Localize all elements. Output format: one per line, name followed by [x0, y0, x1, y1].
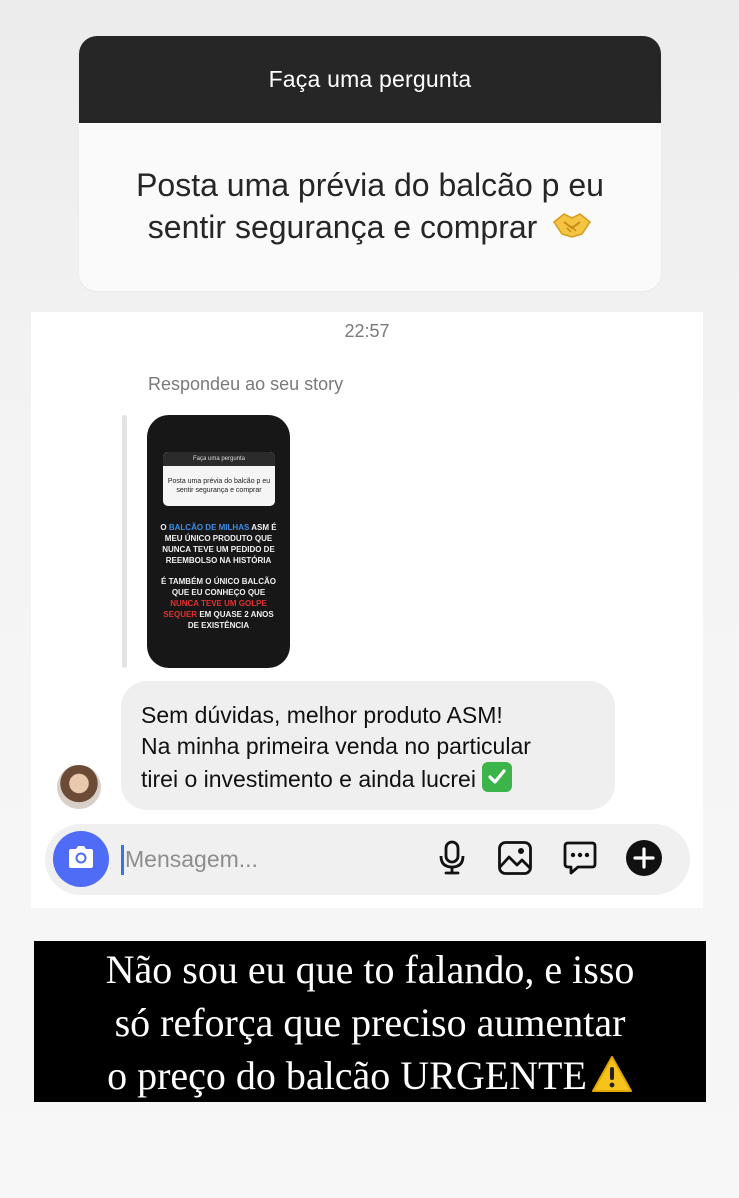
story-text-1-pre: O [160, 523, 169, 532]
gallery-button[interactable] [496, 840, 534, 881]
story-text-block-1: O BALCÃO DE MILHAS ASM É MEU ÚNICO PRODU… [157, 522, 280, 566]
gallery-icon [497, 840, 533, 881]
message-input[interactable] [125, 842, 425, 876]
caption-line-3: o preço do balcão URGENTE [107, 1053, 587, 1098]
question-text: Posta uma prévia do balcão p eu sentir s… [136, 166, 604, 245]
microphone-icon [438, 840, 466, 881]
story-text-2-pre: É TAMBÉM O ÚNICO BALCÃO QUE EU CONHEÇO Q… [161, 577, 276, 597]
plus-icon [625, 839, 663, 882]
message-line-3: tirei o investimento e ainda lucrei [141, 766, 476, 792]
camera-icon [66, 844, 96, 875]
warning-emoji-icon [591, 1053, 633, 1106]
caption-line-1: Não sou eu que to falando, e isso [105, 947, 635, 992]
story-caption: Não sou eu que to falando, e isso só ref… [34, 941, 706, 1102]
reply-indicator-bar [122, 415, 127, 668]
message-line-2: Na minha primeira venda no particular [141, 733, 531, 759]
sticker-icon [562, 840, 598, 881]
dm-conversation: 22:57 Respondeu ao seu story Faça uma pe… [31, 312, 703, 908]
story-text-1-highlight: BALCÃO DE MILHAS [168, 523, 250, 532]
microphone-button[interactable] [433, 840, 471, 881]
question-sticker: Faça uma pergunta Posta uma prévia do ba… [79, 36, 661, 291]
check-mark-emoji-icon [481, 762, 512, 792]
story-preview-thumbnail[interactable]: Faça uma pergunta Posta uma prévia do ba… [147, 415, 290, 668]
story-text-block-2: É TAMBÉM O ÚNICO BALCÃO QUE EU CONHEÇO Q… [157, 576, 280, 631]
mini-question-text: Posta uma prévia do balcão p eu sentir s… [167, 478, 271, 494]
mini-question-sticker: Faça uma pergunta Posta uma prévia do ba… [163, 452, 275, 506]
caption-line-2: só reforça que preciso aumentar [114, 1000, 626, 1045]
camera-button[interactable] [53, 831, 109, 887]
message-composer [45, 824, 690, 895]
avatar[interactable] [57, 765, 101, 809]
message-bubble[interactable]: Sem dúvidas, melhor produto ASM! Na minh… [121, 681, 615, 810]
mini-question-header: Faça uma pergunta [163, 452, 275, 466]
story-text-2-post: EM QUASE 2 ANOS DE EXISTÊNCIA [187, 610, 274, 630]
message-timestamp: 22:57 [344, 321, 390, 341]
question-sticker-body: Posta uma prévia do balcão p eu sentir s… [79, 123, 661, 291]
add-button[interactable] [625, 839, 663, 882]
sticker-button[interactable] [561, 841, 599, 879]
caption-line-3-wrap: o preço do balcão URGENTE [34, 1049, 706, 1106]
story-reply-label: Respondeu ao seu story [148, 374, 344, 394]
message-line-3-wrap: tirei o investimento e ainda lucrei [141, 762, 595, 795]
question-sticker-header: Faça uma pergunta [79, 36, 661, 123]
text-cursor [121, 845, 124, 875]
message-line-1: Sem dúvidas, melhor produto ASM! [141, 702, 503, 728]
handshake-emoji-icon [552, 208, 592, 250]
